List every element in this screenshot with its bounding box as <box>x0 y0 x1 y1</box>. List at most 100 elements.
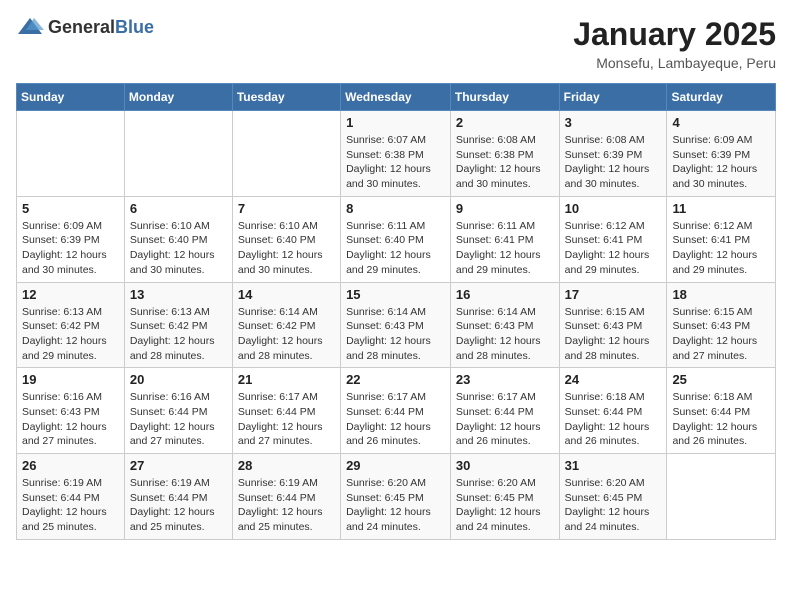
calendar-cell: 1 Sunrise: 6:07 AMSunset: 6:38 PMDaylight… <box>341 111 451 197</box>
calendar-cell: 24 Sunrise: 6:18 AMSunset: 6:44 PMDayligh… <box>559 368 667 454</box>
day-number: 11 <box>672 201 770 216</box>
calendar-cell: 10 Sunrise: 6:12 AMSunset: 6:41 PMDayligh… <box>559 196 667 282</box>
day-number: 25 <box>672 372 770 387</box>
day-info: Sunrise: 6:17 AMSunset: 6:44 PMDaylight:… <box>346 390 445 449</box>
calendar-cell: 12Sunrise: 6:13 AMSunset: 6:42 PMDayligh… <box>17 282 125 368</box>
day-info: Sunrise: 6:07 AMSunset: 6:38 PMDaylight:… <box>346 133 445 192</box>
col-header-thursday: Thursday <box>450 84 559 111</box>
day-number: 16 <box>456 287 554 302</box>
day-info: Sunrise: 6:08 AMSunset: 6:38 PMDaylight:… <box>456 133 554 192</box>
day-info: Sunrise: 6:20 AMSunset: 6:45 PMDaylight:… <box>346 476 445 535</box>
calendar-cell: 11 Sunrise: 6:12 AMSunset: 6:41 PMDayligh… <box>667 196 776 282</box>
day-number: 27 <box>130 458 227 473</box>
day-number: 26 <box>22 458 119 473</box>
col-header-saturday: Saturday <box>667 84 776 111</box>
calendar-title: January 2025 <box>573 16 776 53</box>
day-number: 15 <box>346 287 445 302</box>
day-info: Sunrise: 6:15 AMSunset: 6:43 PMDaylight:… <box>565 305 662 364</box>
day-info: Sunrise: 6:10 AMSunset: 6:40 PMDaylight:… <box>130 219 227 278</box>
calendar-cell: 9Sunrise: 6:11 AMSunset: 6:41 PMDaylight… <box>450 196 559 282</box>
calendar-cell: 28 Sunrise: 6:19 AMSunset: 6:44 PMDayligh… <box>232 454 340 540</box>
day-number: 8 <box>346 201 445 216</box>
day-number: 10 <box>565 201 662 216</box>
day-number: 14 <box>238 287 335 302</box>
day-info: Sunrise: 6:12 AMSunset: 6:41 PMDaylight:… <box>672 219 770 278</box>
calendar-cell: 5 Sunrise: 6:09 AMSunset: 6:39 PMDaylight… <box>17 196 125 282</box>
day-number: 5 <box>22 201 119 216</box>
calendar-week-row: 19Sunrise: 6:16 AMSunset: 6:43 PMDayligh… <box>17 368 776 454</box>
day-number: 17 <box>565 287 662 302</box>
calendar-cell: 2 Sunrise: 6:08 AMSunset: 6:38 PMDaylight… <box>450 111 559 197</box>
col-header-tuesday: Tuesday <box>232 84 340 111</box>
day-info: Sunrise: 6:18 AMSunset: 6:44 PMDaylight:… <box>565 390 662 449</box>
day-info: Sunrise: 6:08 AMSunset: 6:39 PMDaylight:… <box>565 133 662 192</box>
day-info: Sunrise: 6:16 AMSunset: 6:44 PMDaylight:… <box>130 390 227 449</box>
calendar-week-row: 26 Sunrise: 6:19 AMSunset: 6:44 PMDayligh… <box>17 454 776 540</box>
day-info: Sunrise: 6:12 AMSunset: 6:41 PMDaylight:… <box>565 219 662 278</box>
col-header-friday: Friday <box>559 84 667 111</box>
calendar-cell: 3 Sunrise: 6:08 AMSunset: 6:39 PMDaylight… <box>559 111 667 197</box>
title-block: January 2025 Monsefu, Lambayeque, Peru <box>573 16 776 71</box>
calendar-cell: 21Sunrise: 6:17 AMSunset: 6:44 PMDayligh… <box>232 368 340 454</box>
calendar-cell: 4 Sunrise: 6:09 AMSunset: 6:39 PMDaylight… <box>667 111 776 197</box>
day-number: 6 <box>130 201 227 216</box>
day-number: 23 <box>456 372 554 387</box>
col-header-monday: Monday <box>124 84 232 111</box>
calendar-cell: 23 Sunrise: 6:17 AMSunset: 6:44 PMDayligh… <box>450 368 559 454</box>
calendar-week-row: 5 Sunrise: 6:09 AMSunset: 6:39 PMDaylight… <box>17 196 776 282</box>
day-info: Sunrise: 6:17 AMSunset: 6:44 PMDaylight:… <box>456 390 554 449</box>
day-number: 4 <box>672 115 770 130</box>
calendar-cell: 20 Sunrise: 6:16 AMSunset: 6:44 PMDayligh… <box>124 368 232 454</box>
day-number: 20 <box>130 372 227 387</box>
day-info: Sunrise: 6:14 AMSunset: 6:43 PMDaylight:… <box>456 305 554 364</box>
calendar-subtitle: Monsefu, Lambayeque, Peru <box>573 55 776 71</box>
day-number: 3 <box>565 115 662 130</box>
day-info: Sunrise: 6:14 AMSunset: 6:42 PMDaylight:… <box>238 305 335 364</box>
day-number: 31 <box>565 458 662 473</box>
day-info: Sunrise: 6:19 AMSunset: 6:44 PMDaylight:… <box>130 476 227 535</box>
calendar-cell <box>232 111 340 197</box>
day-info: Sunrise: 6:11 AMSunset: 6:40 PMDaylight:… <box>346 219 445 278</box>
calendar-cell: 7 Sunrise: 6:10 AMSunset: 6:40 PMDaylight… <box>232 196 340 282</box>
day-info: Sunrise: 6:11 AMSunset: 6:41 PMDaylight:… <box>456 219 554 278</box>
day-number: 18 <box>672 287 770 302</box>
calendar-cell: 6 Sunrise: 6:10 AMSunset: 6:40 PMDaylight… <box>124 196 232 282</box>
day-number: 1 <box>346 115 445 130</box>
col-header-sunday: Sunday <box>17 84 125 111</box>
day-info: Sunrise: 6:13 AMSunset: 6:42 PMDaylight:… <box>130 305 227 364</box>
logo-icon <box>16 16 44 38</box>
day-info: Sunrise: 6:20 AMSunset: 6:45 PMDaylight:… <box>456 476 554 535</box>
calendar-week-row: 1 Sunrise: 6:07 AMSunset: 6:38 PMDaylight… <box>17 111 776 197</box>
day-number: 21 <box>238 372 335 387</box>
day-info: Sunrise: 6:18 AMSunset: 6:44 PMDaylight:… <box>672 390 770 449</box>
day-info: Sunrise: 6:16 AMSunset: 6:43 PMDaylight:… <box>22 390 119 449</box>
day-info: Sunrise: 6:19 AMSunset: 6:44 PMDaylight:… <box>238 476 335 535</box>
col-header-wednesday: Wednesday <box>341 84 451 111</box>
page-header: GeneralBlue January 2025 Monsefu, Lambay… <box>16 16 776 71</box>
calendar-cell: 22 Sunrise: 6:17 AMSunset: 6:44 PMDayligh… <box>341 368 451 454</box>
day-number: 28 <box>238 458 335 473</box>
day-info: Sunrise: 6:15 AMSunset: 6:43 PMDaylight:… <box>672 305 770 364</box>
day-info: Sunrise: 6:20 AMSunset: 6:45 PMDaylight:… <box>565 476 662 535</box>
calendar-cell: 14 Sunrise: 6:14 AMSunset: 6:42 PMDayligh… <box>232 282 340 368</box>
calendar-cell: 13 Sunrise: 6:13 AMSunset: 6:42 PMDayligh… <box>124 282 232 368</box>
calendar-table: SundayMondayTuesdayWednesdayThursdayFrid… <box>16 83 776 540</box>
day-number: 2 <box>456 115 554 130</box>
day-number: 7 <box>238 201 335 216</box>
calendar-cell: 25 Sunrise: 6:18 AMSunset: 6:44 PMDayligh… <box>667 368 776 454</box>
calendar-cell: 8 Sunrise: 6:11 AMSunset: 6:40 PMDaylight… <box>341 196 451 282</box>
day-number: 24 <box>565 372 662 387</box>
day-info: Sunrise: 6:19 AMSunset: 6:44 PMDaylight:… <box>22 476 119 535</box>
day-number: 12 <box>22 287 119 302</box>
calendar-cell: 18 Sunrise: 6:15 AMSunset: 6:43 PMDayligh… <box>667 282 776 368</box>
day-number: 22 <box>346 372 445 387</box>
calendar-cell <box>17 111 125 197</box>
day-info: Sunrise: 6:10 AMSunset: 6:40 PMDaylight:… <box>238 219 335 278</box>
calendar-cell <box>667 454 776 540</box>
calendar-cell: 17 Sunrise: 6:15 AMSunset: 6:43 PMDayligh… <box>559 282 667 368</box>
day-info: Sunrise: 6:09 AMSunset: 6:39 PMDaylight:… <box>22 219 119 278</box>
calendar-cell: 27 Sunrise: 6:19 AMSunset: 6:44 PMDayligh… <box>124 454 232 540</box>
logo: GeneralBlue <box>16 16 154 38</box>
day-number: 13 <box>130 287 227 302</box>
day-info: Sunrise: 6:09 AMSunset: 6:39 PMDaylight:… <box>672 133 770 192</box>
